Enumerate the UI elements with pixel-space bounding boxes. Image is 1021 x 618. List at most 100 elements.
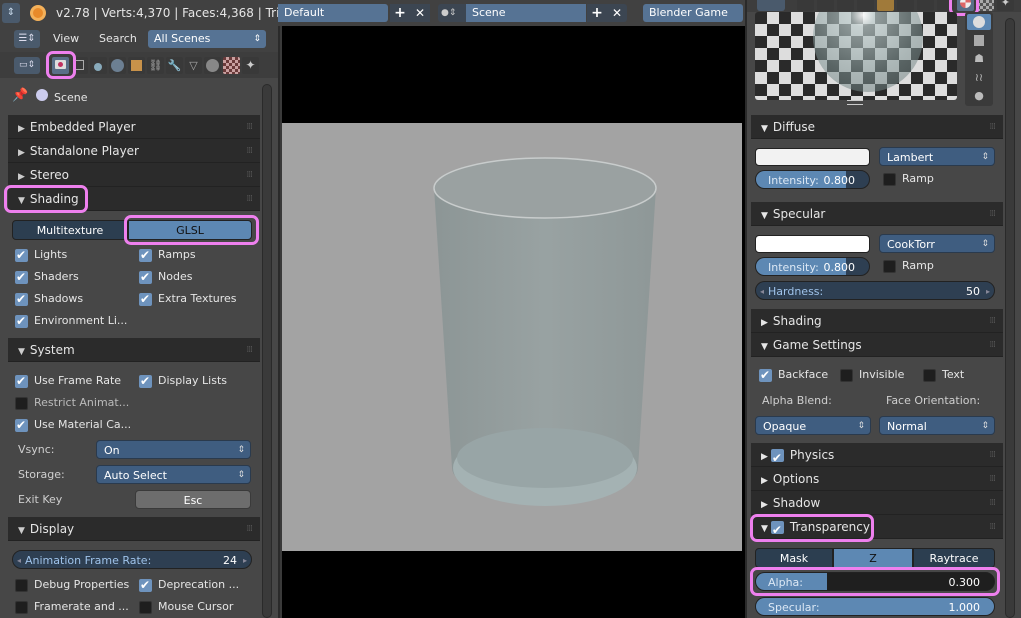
drag-grip-icon[interactable]: ⁞⁞⁞: [989, 202, 996, 226]
outliner-filter-dropdown[interactable]: All Scenes ⇕: [148, 30, 266, 48]
object-tab-icon[interactable]: [128, 57, 145, 74]
delete-scene-button[interactable]: ✕: [607, 4, 627, 22]
add-scene-button[interactable]: +: [587, 4, 607, 22]
checkbox-unchecked[interactable]: [15, 578, 28, 592]
alpha-slider[interactable]: Alpha: 0.300: [755, 572, 995, 591]
option-environment-lighting[interactable]: Environment Li...: [15, 312, 127, 330]
pin-icon[interactable]: 📌: [12, 88, 28, 103]
outliner-editor-type-button[interactable]: ☰⇕: [14, 30, 40, 48]
properties-editor-type-button[interactable]: ▭⇕: [14, 57, 40, 74]
specular-intensity-slider[interactable]: Intensity: 0.800: [755, 257, 870, 276]
option-extra-textures[interactable]: Extra Textures: [139, 290, 237, 308]
preview-monkey-button[interactable]: ☗: [967, 52, 991, 68]
increment-arrow-icon[interactable]: ▸: [243, 551, 247, 568]
shading-mode-glsl[interactable]: GLSL: [128, 220, 252, 240]
panel-game-settings[interactable]: ▼ Game Settings ⁞⁞⁞: [751, 333, 1003, 357]
transparency-mode-raytrace[interactable]: Raytrace: [913, 548, 995, 568]
checkbox-unchecked[interactable]: [15, 600, 28, 614]
option-text[interactable]: Text: [923, 366, 964, 384]
drag-grip-icon[interactable]: ⁞⁞⁞: [246, 139, 253, 163]
option-framerate-profile[interactable]: Framerate and ...: [15, 598, 129, 616]
physics-enable-checkbox[interactable]: [770, 446, 784, 470]
drag-grip-icon[interactable]: ⁞⁞⁞: [989, 115, 996, 139]
panel-standalone-player[interactable]: ▶ Standalone Player ⁞⁞⁞: [8, 139, 260, 163]
checkbox-checked[interactable]: [139, 576, 152, 594]
scene-tab-icon[interactable]: [837, 0, 854, 11]
drag-grip-icon[interactable]: ⁞⁞⁞: [989, 443, 996, 467]
checkbox-checked[interactable]: [15, 246, 28, 264]
drag-grip-icon[interactable]: ⁞⁞⁞: [989, 491, 996, 515]
drag-grip-icon[interactable]: ⁞⁞⁞: [989, 309, 996, 333]
option-display-lists[interactable]: Display Lists: [139, 372, 227, 390]
option-ramps[interactable]: Ramps: [139, 246, 196, 264]
drag-grip-icon[interactable]: ⁞⁞⁞: [246, 517, 253, 541]
specular-shader-dropdown[interactable]: CookTorr ⇕: [879, 234, 995, 253]
render-engine-dropdown[interactable]: Blender Game: [643, 4, 743, 22]
render-canvas[interactable]: [282, 123, 742, 551]
vsync-dropdown[interactable]: On ⇕: [96, 440, 251, 459]
data-tab-icon[interactable]: ▽: [185, 57, 202, 74]
checkbox-checked[interactable]: [15, 416, 28, 434]
drag-grip-icon[interactable]: ⁞⁞⁞: [246, 187, 253, 211]
texture-tab-icon[interactable]: [223, 57, 240, 74]
editor-type-button[interactable]: ⇕: [2, 3, 20, 23]
screen-layout-field[interactable]: Default: [278, 4, 388, 22]
drag-grip-icon[interactable]: ⁞⁞⁞: [246, 163, 253, 187]
render-layers-tab-icon[interactable]: [71, 57, 88, 74]
hardness-field[interactable]: ◂ Hardness: 50 ▸: [755, 281, 995, 300]
drag-grip-icon[interactable]: ⁞⁞⁞: [989, 467, 996, 491]
delete-screen-button[interactable]: ✕: [410, 4, 430, 22]
diffuse-shader-dropdown[interactable]: Lambert ⇕: [879, 147, 995, 166]
checkbox-unchecked[interactable]: [15, 396, 28, 410]
option-mouse-cursor[interactable]: Mouse Cursor: [139, 598, 233, 616]
option-debug-properties[interactable]: Debug Properties: [15, 576, 129, 594]
animation-frame-rate-field[interactable]: ◂ Animation Frame Rate: 24 ▸: [12, 550, 252, 569]
checkbox-unchecked[interactable]: [840, 368, 853, 382]
drag-grip-icon[interactable]: ⁞⁞⁞: [246, 338, 253, 362]
preview-resize-handle[interactable]: [847, 100, 863, 105]
data-tab-icon[interactable]: [937, 0, 954, 11]
view-menu[interactable]: View: [53, 32, 79, 45]
modifiers-tab-icon[interactable]: 🔧: [166, 57, 183, 74]
transparency-enable-checkbox[interactable]: [770, 518, 784, 542]
storage-dropdown[interactable]: Auto Select ⇕: [96, 465, 251, 484]
scene-field[interactable]: Scene: [466, 4, 586, 22]
diffuse-intensity-slider[interactable]: Intensity: 0.800: [755, 170, 870, 189]
diffuse-color-swatch[interactable]: [755, 148, 870, 166]
increment-arrow-icon[interactable]: ▸: [986, 282, 990, 299]
particles-tab-icon[interactable]: ✦: [997, 0, 1014, 11]
option-restrict-animation[interactable]: Restrict Animat...: [15, 394, 129, 412]
panel-shading[interactable]: ▼ Shading ⁞⁞⁞: [8, 187, 260, 211]
transparency-mode-z-transparency[interactable]: Z Transparency: [833, 548, 913, 585]
checkbox-checked[interactable]: [139, 372, 152, 390]
panel-system[interactable]: ▼ System ⁞⁞⁞: [8, 338, 260, 362]
world-tab-icon[interactable]: [109, 57, 126, 74]
shading-mode-multitexture[interactable]: Multitexture: [12, 220, 128, 240]
texture-tab-icon[interactable]: [977, 0, 994, 11]
add-screen-button[interactable]: +: [390, 4, 410, 22]
option-deprecation-warnings[interactable]: Deprecation ...: [139, 576, 239, 594]
checkbox-checked[interactable]: [759, 366, 772, 384]
checkbox-checked[interactable]: [15, 290, 28, 308]
checkbox-unchecked[interactable]: [923, 368, 936, 382]
constraints-tab-icon[interactable]: [897, 0, 914, 11]
panel-specular[interactable]: ▼ Specular ⁞⁞⁞: [751, 202, 1003, 226]
drag-grip-icon[interactable]: ⁞⁞⁞: [246, 115, 253, 139]
option-shadows[interactable]: Shadows: [15, 290, 83, 308]
drag-grip-icon[interactable]: ⁞⁞⁞: [989, 515, 996, 539]
option-use-frame-rate[interactable]: Use Frame Rate: [15, 372, 121, 390]
option-backface[interactable]: Backface: [759, 366, 828, 384]
option-lights[interactable]: Lights: [15, 246, 67, 264]
decrement-arrow-icon[interactable]: ◂: [760, 282, 764, 299]
checkbox-checked[interactable]: [139, 290, 152, 308]
decrement-arrow-icon[interactable]: ◂: [17, 551, 21, 568]
exit-key-button[interactable]: Esc: [135, 490, 251, 509]
panel-embedded-player[interactable]: ▶ Embedded Player ⁞⁞⁞: [8, 115, 260, 139]
panel-physics[interactable]: ▶ Physics ⁞⁞⁞: [751, 443, 1003, 470]
render-tab-icon[interactable]: [52, 57, 69, 74]
panel-diffuse[interactable]: ▼ Diffuse ⁞⁞⁞: [751, 115, 1003, 139]
alpha-blend-dropdown[interactable]: Opaque ⇕: [755, 416, 871, 435]
constraints-tab-icon[interactable]: ⛓: [147, 57, 164, 74]
option-shaders[interactable]: Shaders: [15, 268, 79, 286]
render-tab-icon[interactable]: [797, 0, 814, 11]
